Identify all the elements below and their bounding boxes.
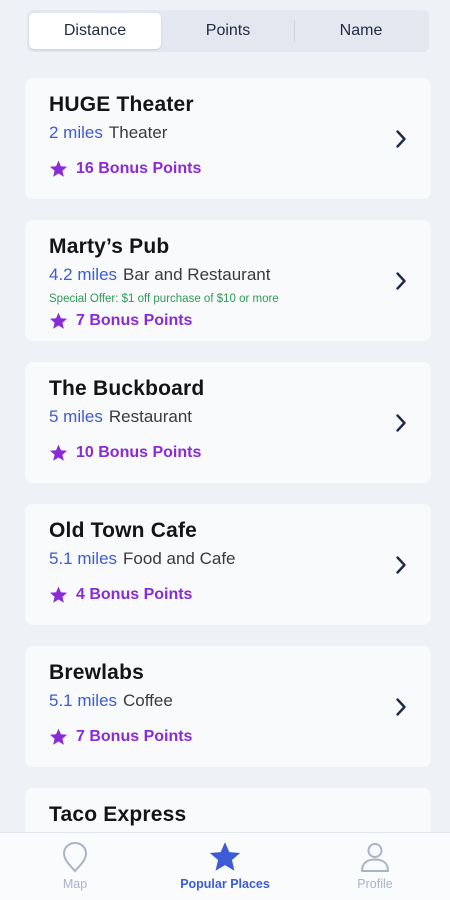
bonus-points: 4 Bonus Points <box>49 586 192 604</box>
place-type: Restaurant <box>108 407 193 426</box>
place-distance: 5.1 miles <box>49 691 118 710</box>
place-card-martys-pub[interactable]: Marty’s Pub 4.2 miles Bar and Restaurant … <box>25 220 431 341</box>
place-meta: 5 miles Restaurant <box>49 407 192 427</box>
tab-popular-places[interactable]: Popular Places <box>150 833 300 900</box>
bonus-points-label: 16 Bonus Points <box>76 160 202 177</box>
bonus-points: 7 Bonus Points <box>49 728 192 746</box>
bonus-points: 10 Bonus Points <box>49 444 201 462</box>
bottom-tab-bar: Map Popular Places Profile <box>0 832 450 900</box>
star-icon <box>49 160 68 177</box>
place-name: Brewlabs <box>49 661 144 684</box>
place-type: Coffee <box>123 691 173 710</box>
star-icon <box>49 312 68 329</box>
places-list: HUGE Theater 2 miles Theater 16 Bonus Poi… <box>25 78 431 889</box>
bonus-points: 7 Bonus Points <box>49 312 192 330</box>
map-pin-icon <box>62 841 88 873</box>
chevron-right-icon[interactable] <box>395 697 407 717</box>
sort-tab-distance[interactable]: Distance <box>29 13 161 49</box>
bonus-points-label: 4 Bonus Points <box>76 586 193 603</box>
place-distance: 2 miles <box>49 123 103 142</box>
place-name: Marty’s Pub <box>49 235 170 258</box>
tab-map-label: Map <box>62 877 88 891</box>
place-type: Bar and Restaurant <box>123 265 271 284</box>
place-card-the-buckboard[interactable]: The Buckboard 5 miles Restaurant 10 Bonus… <box>25 362 431 483</box>
chevron-right-icon[interactable] <box>395 129 407 149</box>
place-type: Food and Cafe <box>123 549 236 568</box>
place-distance: 5 miles <box>49 407 103 426</box>
tab-profile[interactable]: Profile <box>300 833 450 900</box>
place-meta: 5.1 miles Food and Cafe <box>49 549 236 569</box>
place-type: Theater <box>108 123 168 142</box>
tab-popular-places-label: Popular Places <box>180 877 270 891</box>
bonus-points-label: 7 Bonus Points <box>76 728 193 745</box>
tab-map[interactable]: Map <box>0 833 150 900</box>
place-card-brewlabs[interactable]: Brewlabs 5.1 miles Coffee 7 Bonus Points <box>25 646 431 767</box>
person-icon <box>361 843 389 872</box>
place-distance: 4.2 miles <box>49 265 118 284</box>
place-name: The Buckboard <box>49 377 205 400</box>
chevron-right-icon[interactable] <box>395 271 407 291</box>
bonus-points: 16 Bonus Points <box>49 160 201 178</box>
popular-places-screen: Distance Points Name HUGE Theater 2 mile… <box>0 0 450 900</box>
bonus-points-label: 10 Bonus Points <box>76 444 202 461</box>
place-meta: 4.2 miles Bar and Restaurant <box>49 265 270 285</box>
place-name: HUGE Theater <box>49 93 194 116</box>
place-name: Taco Express <box>49 803 187 826</box>
place-distance: 5.1 miles <box>49 549 118 568</box>
bonus-points-label: 7 Bonus Points <box>76 312 193 329</box>
star-icon <box>49 444 68 461</box>
place-name: Old Town Cafe <box>49 519 198 542</box>
chevron-right-icon[interactable] <box>395 413 407 433</box>
special-offer-text: Special Offer: $1 off purchase of $10 or… <box>49 293 279 305</box>
sort-segmented-control: Distance Points Name <box>27 10 429 52</box>
place-card-old-town-cafe[interactable]: Old Town Cafe 5.1 miles Food and Cafe 4 B… <box>25 504 431 625</box>
place-meta: 2 miles Theater <box>49 123 167 143</box>
place-meta: 5.1 miles Coffee <box>49 691 173 711</box>
sort-tab-name[interactable]: Name <box>295 13 427 49</box>
chevron-right-icon[interactable] <box>395 555 407 575</box>
sort-tab-points[interactable]: Points <box>162 13 294 49</box>
star-icon <box>209 842 241 871</box>
place-card-huge-theater[interactable]: HUGE Theater 2 miles Theater 16 Bonus Poi… <box>25 78 431 199</box>
star-icon <box>49 728 68 745</box>
tab-profile-label: Profile <box>357 877 393 891</box>
star-icon <box>49 586 68 603</box>
